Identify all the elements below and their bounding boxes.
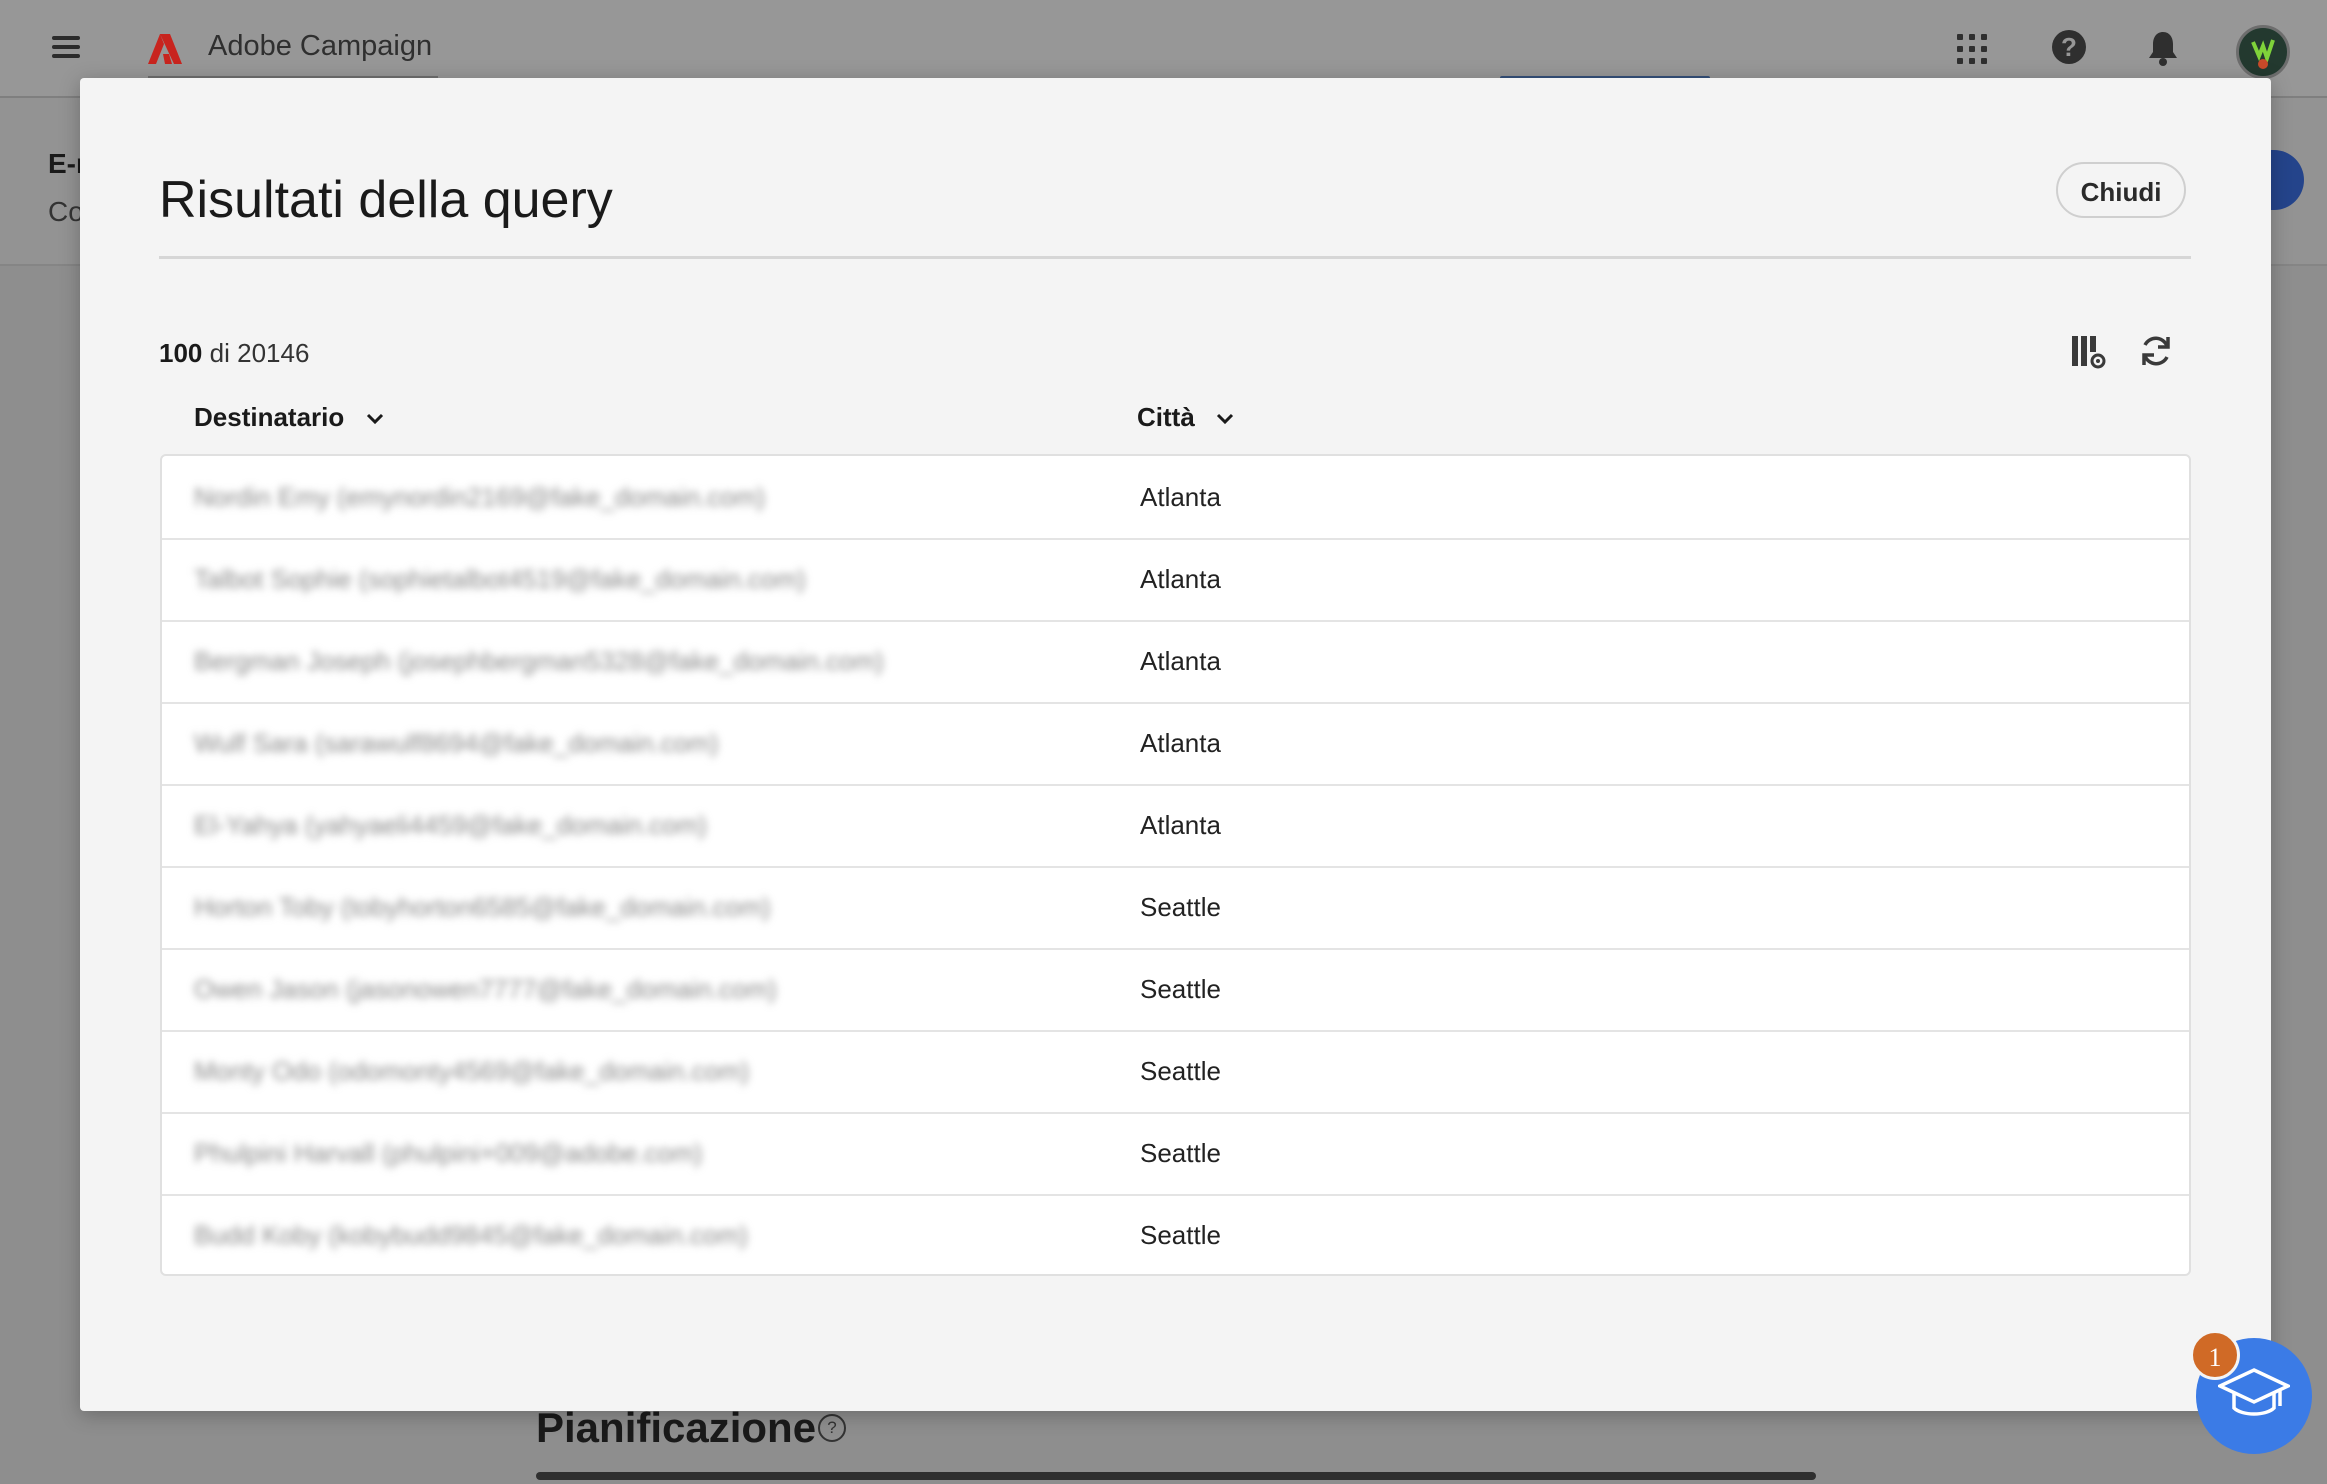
results-table[interactable]: Nordin Emy (emynordin2169@fake_domain.co…	[160, 454, 2191, 1276]
bell-icon[interactable]	[2146, 30, 2180, 66]
city-cell: Atlanta	[1140, 810, 1221, 840]
recipient-cell: Bergman Joseph (josephbergman5328@fake_d…	[194, 646, 884, 676]
column-settings-icon[interactable]	[2070, 334, 2106, 370]
recipient-cell: Horton Toby (tobyhorton6585@fake_domain.…	[194, 892, 771, 922]
table-row[interactable]: Wulf Sara (sarawulf8694@fake_domain.com)…	[162, 702, 2189, 786]
help-icon[interactable]: ?	[2052, 30, 2086, 64]
page-subtitle: Co	[48, 196, 84, 227]
avatar[interactable]	[2236, 25, 2290, 79]
city-cell: Seattle	[1140, 1220, 1221, 1250]
recipient-cell: Phulpini Harvall (phulpini+009@adobe.com…	[194, 1138, 703, 1168]
table-row[interactable]: Horton Toby (tobyhorton6585@fake_domain.…	[162, 866, 2189, 950]
query-results-dialog: Risultati della query Chiudi 100 di 2014…	[80, 78, 2271, 1411]
recipient-cell: El-Yahya (yahyaeli4459@fake_domain.com)	[194, 810, 707, 840]
table-row[interactable]: Phulpini Harvall (phulpini+009@adobe.com…	[162, 1112, 2189, 1196]
table-row[interactable]: El-Yahya (yahyaeli4459@fake_domain.com) …	[162, 784, 2189, 868]
table-row[interactable]: Owen Jason (jasonowen7777@fake_domain.co…	[162, 948, 2189, 1032]
recipient-cell: Monty Odo (odomonty4569@fake_domain.com)	[194, 1056, 750, 1086]
city-cell: Atlanta	[1140, 728, 1221, 758]
table-row[interactable]: Nordin Emy (emynordin2169@fake_domain.co…	[162, 456, 2189, 540]
table-row[interactable]: Monty Odo (odomonty4569@fake_domain.com)…	[162, 1030, 2189, 1114]
section-title: Pianificazione	[536, 1404, 817, 1451]
adobe-logo-icon	[148, 34, 182, 64]
result-count-separator: di	[209, 338, 230, 368]
city-cell: Seattle	[1140, 1056, 1221, 1086]
chevron-down-icon	[366, 414, 383, 425]
result-count: 100 di 20146	[159, 338, 309, 369]
city-cell: Seattle	[1140, 1138, 1221, 1168]
recipient-cell: Budd Koby (kobybudd9845@fake_domain.com)	[194, 1220, 748, 1250]
column-header-label: Città	[1137, 402, 1195, 432]
city-cell: Seattle	[1140, 974, 1221, 1004]
table-row[interactable]: Talbot Sophie (sophietalbot4519@fake_dom…	[162, 538, 2189, 622]
recipient-cell: Wulf Sara (sarawulf8694@fake_domain.com)	[194, 728, 719, 758]
chevron-down-icon	[1216, 414, 1234, 425]
hamburger-icon[interactable]	[52, 36, 80, 58]
column-header-city[interactable]: Città	[1137, 402, 1234, 433]
refresh-icon[interactable]	[2137, 332, 2175, 370]
recipient-cell: Owen Jason (jasonowen7777@fake_domain.co…	[194, 974, 777, 1004]
city-cell: Atlanta	[1140, 482, 1221, 512]
column-header-recipient[interactable]: Destinatario	[194, 402, 384, 433]
app-name: Adobe Campaign	[208, 30, 433, 62]
city-cell: Atlanta	[1140, 564, 1221, 594]
info-icon[interactable]: ?	[818, 1414, 846, 1442]
apps-grid-icon[interactable]	[1957, 34, 1987, 64]
result-count-shown: 100	[159, 338, 203, 368]
result-count-total: 20146	[237, 338, 310, 368]
notification-badge: 1	[2190, 1330, 2240, 1380]
close-button[interactable]: Chiudi	[2056, 162, 2186, 218]
table-row[interactable]: Budd Koby (kobybudd9845@fake_domain.com)…	[162, 1194, 2189, 1274]
divider	[159, 256, 2191, 259]
city-cell: Seattle	[1140, 892, 1221, 922]
dialog-title: Risultati della query	[159, 171, 613, 229]
city-cell: Atlanta	[1140, 646, 1221, 676]
recipient-cell: Nordin Emy (emynordin2169@fake_domain.co…	[194, 482, 766, 512]
recipient-cell: Talbot Sophie (sophietalbot4519@fake_dom…	[194, 564, 806, 594]
scrollbar[interactable]	[536, 1472, 1816, 1480]
table-row[interactable]: Bergman Joseph (josephbergman5328@fake_d…	[162, 620, 2189, 704]
column-header-label: Destinatario	[194, 402, 345, 432]
